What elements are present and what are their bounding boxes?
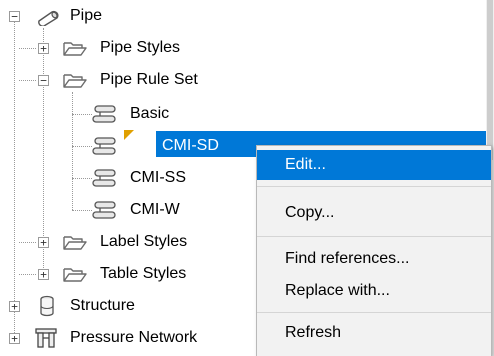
folder-icon xyxy=(63,74,87,88)
tree-item-cmi-ss[interactable]: CMI-SS xyxy=(130,165,186,191)
menu-item-replace-with[interactable]: Replace with... xyxy=(257,276,491,306)
rule-icon xyxy=(92,169,116,187)
tree-line xyxy=(19,274,36,275)
tree-item-label: CMI-SS xyxy=(130,169,186,186)
folder-icon xyxy=(63,42,87,56)
rule-icon xyxy=(92,137,116,155)
tree-item-cmi-w[interactable]: CMI-W xyxy=(130,197,180,223)
tree-item-table-styles[interactable]: Table Styles xyxy=(100,261,186,287)
tree-item-label: Basic xyxy=(130,105,170,122)
tree-line xyxy=(72,210,92,211)
tree-item-pressure-network[interactable]: Pressure Network xyxy=(70,325,197,351)
tree-item-pipe-rule-set[interactable]: Pipe Rule Set xyxy=(100,67,198,93)
menu-item-copy[interactable]: Copy... xyxy=(257,198,491,228)
folder-icon xyxy=(63,268,87,282)
tree-item-pipe-styles[interactable]: Pipe Styles xyxy=(100,35,180,61)
tree-line xyxy=(72,178,92,179)
menu-item-edit[interactable]: Edit... xyxy=(257,150,491,180)
tree-item-label: Pipe Styles xyxy=(100,39,181,56)
tree-item-pipe[interactable]: Pipe xyxy=(70,3,102,29)
warning-flag-icon xyxy=(124,130,134,140)
structure-icon xyxy=(40,295,54,317)
expand-toggle-structure[interactable]: + xyxy=(9,301,20,312)
tree-line xyxy=(72,114,92,115)
expand-toggle-label-styles[interactable]: + xyxy=(38,237,49,248)
context-menu: Edit... Copy... Find references... Repla… xyxy=(256,145,492,356)
tree-item-label: Label Styles xyxy=(100,233,188,250)
tree-line xyxy=(19,80,36,81)
tree-item-label: Pressure Network xyxy=(70,329,198,346)
rule-icon xyxy=(92,201,116,219)
rule-icon xyxy=(92,105,116,123)
scrollbar-thumb[interactable] xyxy=(487,0,493,160)
tree-line xyxy=(19,48,36,49)
menu-item-refresh[interactable]: Refresh xyxy=(257,318,491,348)
tree-line xyxy=(72,92,73,210)
pressure-network-icon xyxy=(35,328,57,348)
tree-line xyxy=(72,146,92,147)
expand-toggle-pressure-network[interactable]: + xyxy=(9,333,20,344)
menu-separator xyxy=(257,312,491,313)
tree-item-label: Pipe xyxy=(70,7,103,24)
tree-item-label: CMI-SD xyxy=(162,137,219,154)
menu-separator xyxy=(257,186,491,187)
collapse-toggle-pipe-rule-set[interactable]: − xyxy=(38,75,49,86)
tree-item-structure[interactable]: Structure xyxy=(70,293,135,319)
tree-line xyxy=(14,21,15,343)
tree-item-label: CMI-W xyxy=(130,201,180,218)
tree-item-cmi-sd[interactable]: CMI-SD xyxy=(162,133,219,159)
menu-separator xyxy=(257,236,491,237)
folder-icon xyxy=(63,236,87,250)
tree-line xyxy=(19,242,36,243)
expand-toggle-table-styles[interactable]: + xyxy=(38,269,49,280)
pipe-icon xyxy=(38,10,59,26)
expand-toggle-pipe-styles[interactable]: + xyxy=(38,43,49,54)
tree-item-label: Structure xyxy=(70,297,135,314)
tree-item-label: Pipe Rule Set xyxy=(100,71,198,88)
tree-item-label: Table Styles xyxy=(100,265,187,282)
tree-item-basic[interactable]: Basic xyxy=(130,101,169,127)
collapse-toggle-pipe[interactable]: − xyxy=(9,11,20,22)
menu-item-find-references[interactable]: Find references... xyxy=(257,244,491,274)
tree-item-label-styles[interactable]: Label Styles xyxy=(100,229,187,255)
